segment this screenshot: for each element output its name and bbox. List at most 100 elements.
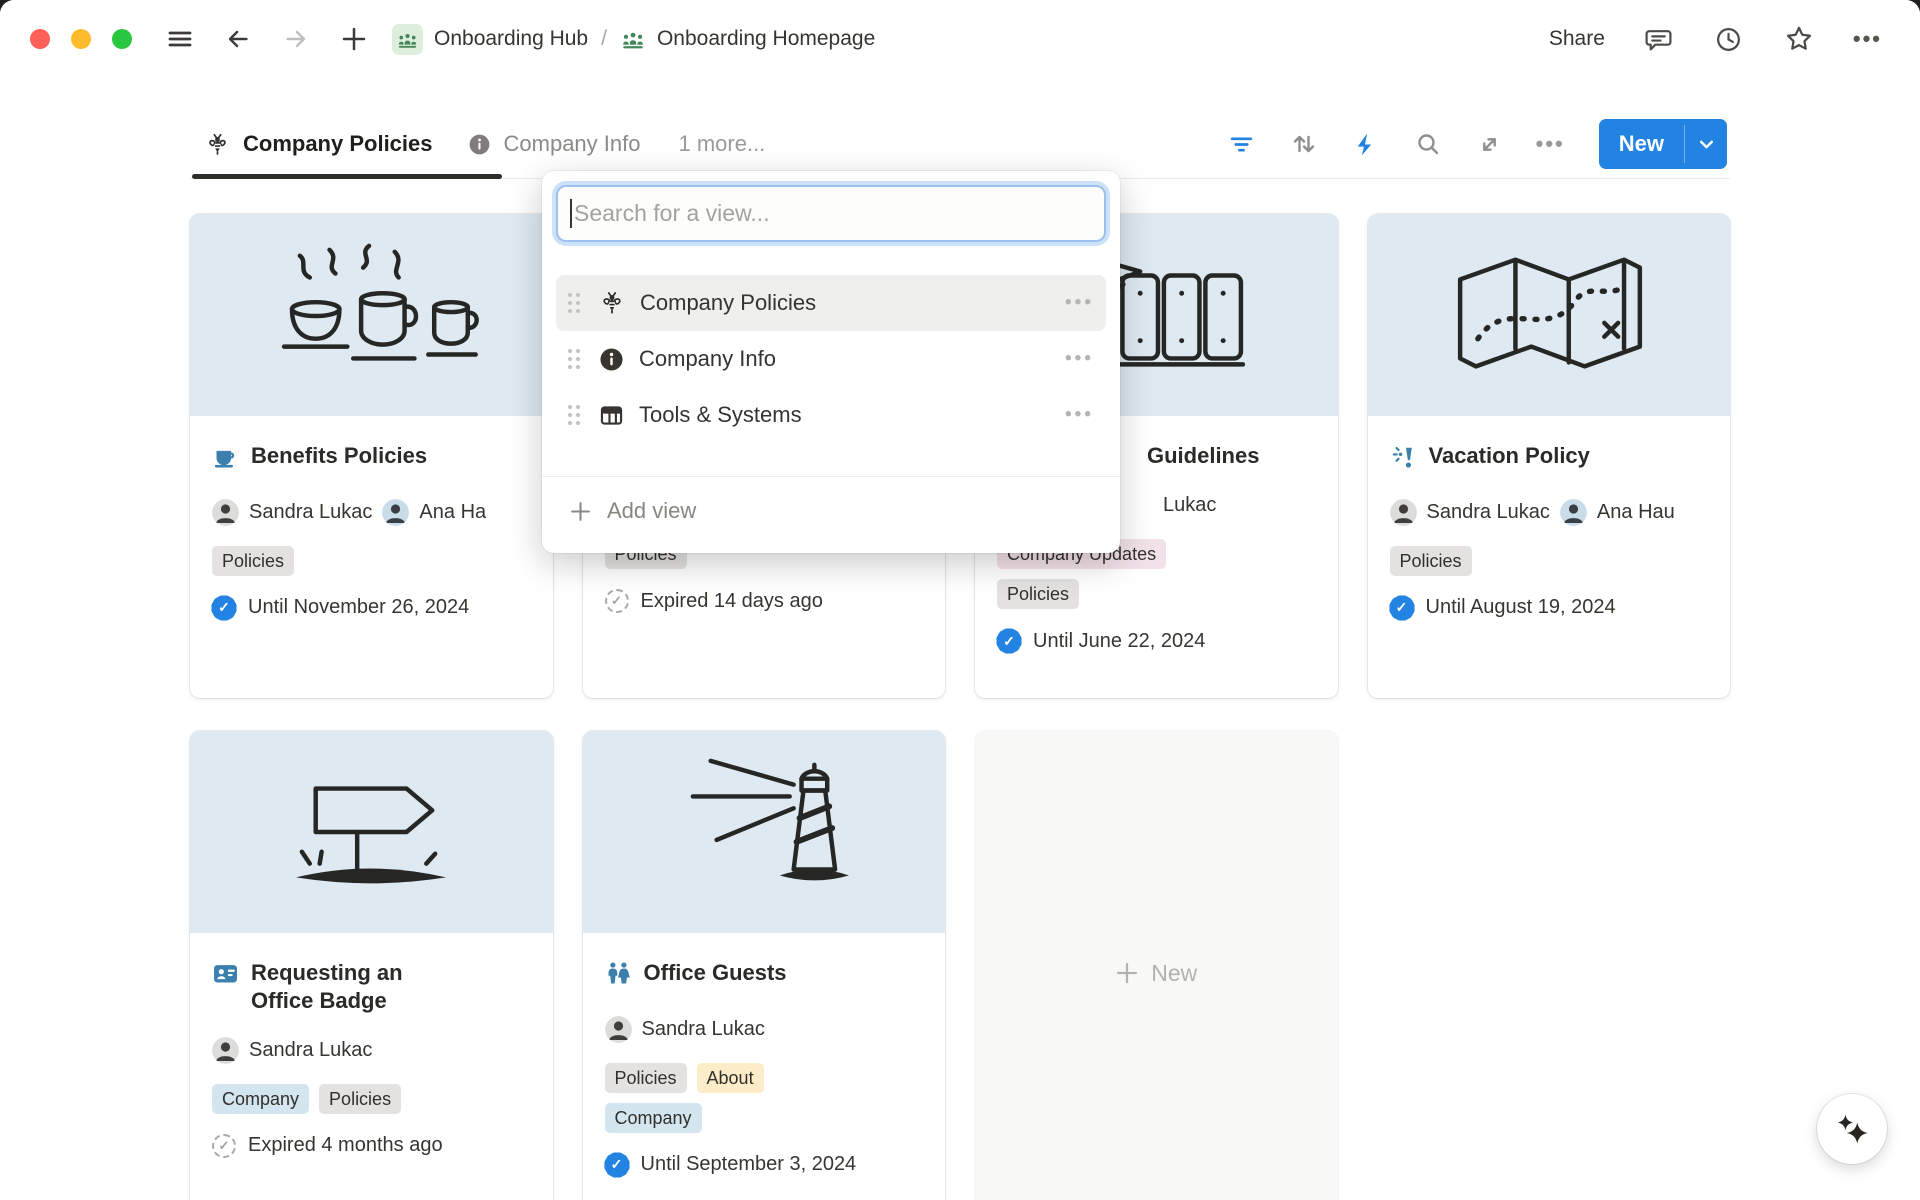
tag: About [697, 1063, 764, 1093]
card-cover-signpost-doodle [190, 731, 553, 933]
plus-icon [1115, 961, 1139, 985]
view-row-label: Company Info [639, 346, 776, 372]
automations-zap-icon[interactable] [1350, 128, 1382, 160]
tab-company-info[interactable]: Company Info [467, 131, 641, 157]
card-title-visible-part: Guidelines [1147, 442, 1259, 470]
ai-assistant-button[interactable] [1817, 1094, 1887, 1164]
back-icon[interactable] [222, 23, 254, 55]
status-text: Until June 22, 2024 [1033, 630, 1205, 653]
tag: Company [212, 1084, 309, 1114]
zoom-window-button[interactable] [112, 29, 132, 49]
new-button-chevron[interactable] [1685, 119, 1727, 169]
person-chip: Sandra Lukac [212, 1037, 372, 1064]
view-row-menu-icon[interactable]: ••• [1065, 404, 1094, 426]
sidebar-menu-icon[interactable] [164, 23, 196, 55]
comments-icon[interactable] [1643, 23, 1675, 55]
status-text: Until November 26, 2024 [248, 596, 469, 619]
card-title: Office Guests [644, 959, 787, 987]
tab-company-policies[interactable]: Company Policies [204, 131, 433, 158]
tag: Policies [1390, 546, 1472, 576]
history-clock-icon[interactable] [1713, 23, 1745, 55]
close-window-button[interactable] [30, 29, 50, 49]
view-list: Company Policies ••• Company Info ••• To… [556, 275, 1106, 443]
view-row-menu-icon[interactable]: ••• [1065, 292, 1094, 314]
avatar [1390, 499, 1417, 526]
view-more-options-icon[interactable]: ••• [1536, 131, 1565, 157]
add-view-label: Add view [607, 498, 696, 524]
view-row-label: Tools & Systems [639, 402, 802, 428]
person-name: Ana Ha [419, 501, 486, 524]
bee-icon [204, 131, 231, 158]
sparkles-icon [1831, 1108, 1873, 1150]
breadcrumb-item[interactable]: Onboarding Hub [434, 27, 588, 51]
app-window: Onboarding Hub / Onboarding Homepage Sha… [0, 0, 1920, 1200]
minimize-window-button[interactable] [71, 29, 91, 49]
avatar [605, 1016, 632, 1043]
onboarding-hub-people-icon [392, 24, 423, 55]
card-office-guests[interactable]: Office Guests Sandra Lukac Policies Abou… [583, 731, 946, 1200]
id-badge-icon [212, 960, 239, 994]
card-vacation-policy[interactable]: Vacation Policy Sandra Lukac Ana Hau [1368, 214, 1731, 698]
info-icon [598, 346, 625, 373]
onboarding-homepage-people-icon [620, 26, 646, 52]
person-name: Sandra Lukac [249, 501, 372, 524]
new-card-button[interactable]: New [975, 731, 1338, 1200]
add-view-button[interactable]: Add view [556, 483, 1106, 539]
view-actions-toolbar: ••• New [1226, 116, 1727, 172]
new-card-label: New [1151, 960, 1197, 987]
card-title: Vacation Policy [1429, 442, 1590, 470]
view-row-tools-systems[interactable]: Tools & Systems ••• [556, 387, 1106, 443]
share-button[interactable]: Share [1549, 27, 1605, 51]
view-search-input[interactable] [556, 185, 1106, 242]
drag-handle-icon[interactable] [568, 293, 580, 313]
view-row-company-info[interactable]: Company Info ••• [556, 331, 1106, 387]
breadcrumb-separator: / [599, 27, 609, 51]
person-name: Ana Hau [1597, 501, 1675, 524]
bee-icon [598, 289, 626, 317]
avatar [1560, 499, 1587, 526]
favorite-star-icon[interactable] [1783, 23, 1815, 55]
dropdown-divider [542, 476, 1120, 477]
person-name: Sandra Lukac [1427, 501, 1550, 524]
tab-label: Company Info [504, 131, 641, 157]
filter-icon[interactable] [1226, 128, 1258, 160]
breadcrumb-item[interactable]: Onboarding Homepage [657, 27, 875, 51]
sort-icon[interactable] [1288, 128, 1320, 160]
new-page-plus-icon[interactable] [338, 23, 370, 55]
more-options-icon[interactable]: ••• [1853, 26, 1882, 52]
exclamation-rays-icon [1390, 443, 1417, 477]
tab-label: Company Policies [243, 131, 433, 157]
search-icon[interactable] [1412, 128, 1444, 160]
person-chip: Sandra Lukac [212, 499, 372, 526]
coffee-cup-icon [212, 443, 239, 477]
drag-handle-icon[interactable] [568, 405, 580, 425]
drag-handle-icon[interactable] [568, 349, 580, 369]
table-icon [598, 402, 625, 429]
card-title: Benefits Policies [251, 442, 427, 470]
text-caret [570, 199, 572, 228]
new-button-main[interactable]: New [1599, 119, 1684, 169]
person-name: Sandra Lukac [642, 1018, 765, 1041]
expired-check-icon: ✓ [212, 1134, 236, 1158]
person-chip: Lukac [1163, 494, 1216, 517]
card-requesting-office-badge[interactable]: Requesting an Office Badge Sandra Lukac … [190, 731, 553, 1200]
avatar [212, 499, 239, 526]
new-button: New [1599, 119, 1727, 169]
view-switcher-dropdown: Company Policies ••• Company Info ••• To… [542, 171, 1120, 553]
info-icon [467, 132, 492, 157]
breadcrumb: Onboarding Hub / Onboarding Homepage [392, 24, 875, 55]
avatar [212, 1037, 239, 1064]
verified-badge-icon: ✓ [1390, 596, 1414, 620]
forward-icon[interactable] [280, 23, 312, 55]
status-text: Until August 19, 2024 [1426, 596, 1616, 619]
verified-badge-icon: ✓ [212, 596, 236, 620]
expired-check-icon: ✓ [605, 589, 629, 613]
tag: Policies [605, 1063, 687, 1093]
more-tabs-button[interactable]: 1 more... [678, 131, 765, 157]
expand-view-icon[interactable] [1474, 128, 1506, 160]
card-benefits-policies[interactable]: Benefits Policies Sandra Lukac Ana Ha [190, 214, 553, 698]
tag: Policies [212, 546, 294, 576]
view-row-company-policies[interactable]: Company Policies ••• [556, 275, 1106, 331]
view-tabs: Company Policies Company Info 1 more... [204, 116, 765, 172]
view-row-menu-icon[interactable]: ••• [1065, 348, 1094, 370]
